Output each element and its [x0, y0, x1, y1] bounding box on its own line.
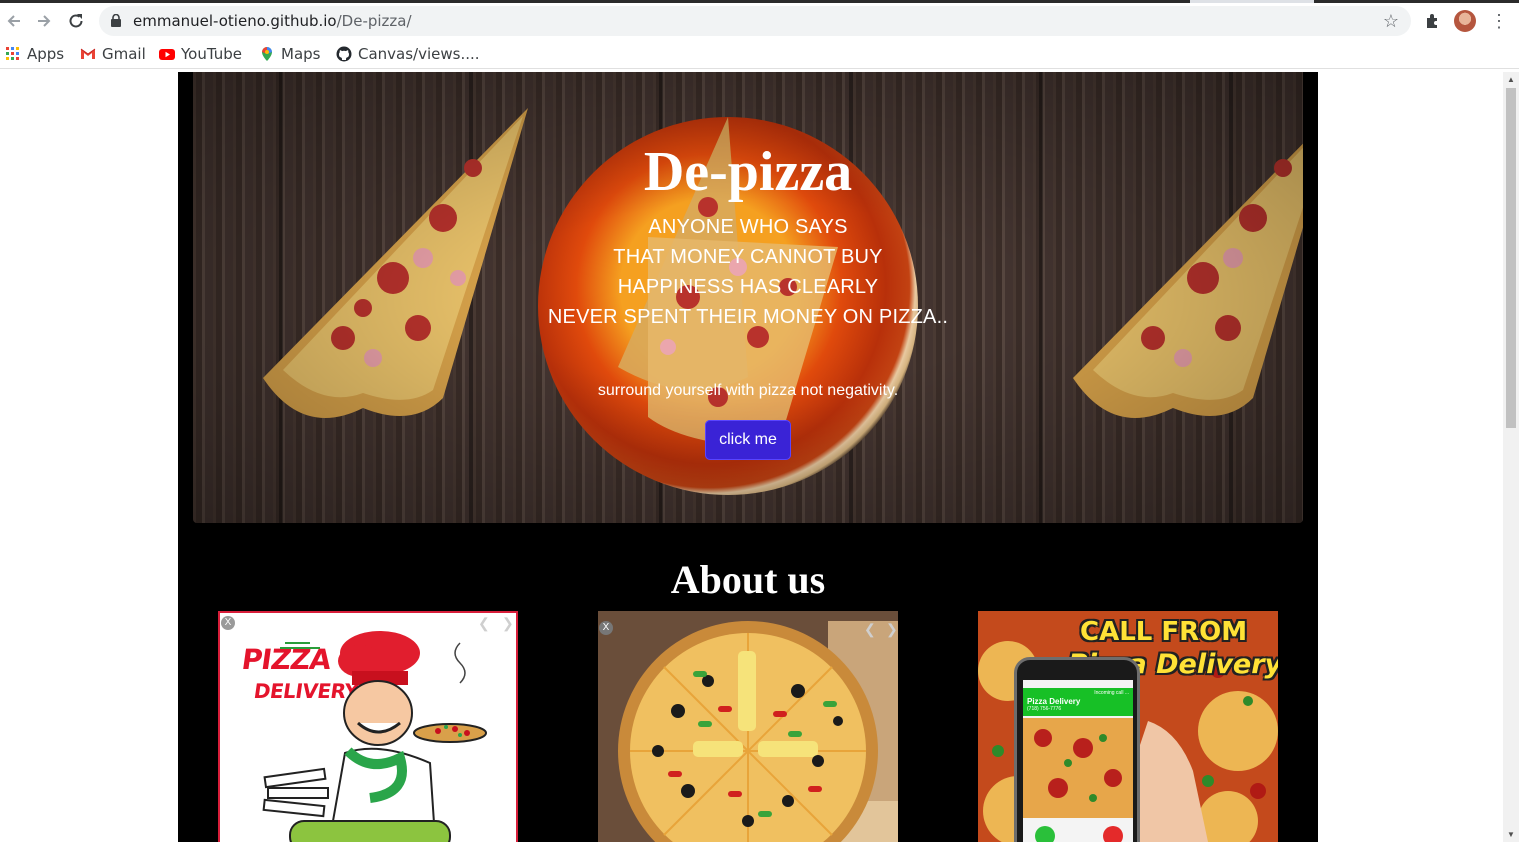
reload-button[interactable]: [63, 8, 89, 34]
scroll-down-arrow-icon[interactable]: ▼: [1506, 830, 1516, 840]
apps-grid-icon: [6, 47, 19, 60]
close-icon[interactable]: X: [599, 621, 613, 635]
bookmarks-bar: Apps Gmail YouTube Maps Canvas/views....: [0, 39, 1519, 69]
bookmark-star-icon[interactable]: ☆: [1381, 11, 1401, 31]
scroll-up-arrow-icon[interactable]: ▲: [1506, 75, 1516, 85]
page-container: De-pizza ANYONE WHO SAYS THAT MONEY CANN…: [178, 72, 1318, 842]
bookmark-label: Gmail: [102, 45, 146, 63]
click-me-button[interactable]: click me: [705, 420, 791, 460]
gmail-icon: [80, 48, 96, 59]
close-icon[interactable]: X: [221, 616, 235, 630]
chef-delivery-illustration: [262, 631, 487, 842]
bookmark-youtube[interactable]: YouTube: [159, 44, 242, 64]
forward-arrow-icon: [38, 15, 51, 27]
url-host: emmanuel-otieno.github.io: [133, 12, 337, 30]
pizza-box-image: [598, 611, 898, 842]
quote-line: ANYONE WHO SAYS: [648, 216, 848, 238]
chevron-left-icon[interactable]: ❮: [864, 621, 876, 638]
bookmark-label: Apps: [27, 45, 65, 63]
phone-illustration: Incoming call ... Pizza Delivery (718) 7…: [1014, 657, 1140, 842]
bookmark-canvas-views[interactable]: Canvas/views....: [336, 44, 480, 64]
url-path: /De-pizza/: [336, 12, 412, 30]
phone-screen: Incoming call ... Pizza Delivery (718) 7…: [1023, 680, 1133, 842]
phone-pizza-image: [1023, 718, 1133, 842]
hero-title: De-pizza: [643, 141, 853, 203]
about-card-pizza-box[interactable]: X ❮ ❯: [598, 611, 898, 842]
youtube-icon: [159, 49, 175, 60]
page-scrollbar[interactable]: ▲ ▼: [1503, 72, 1519, 842]
hero-quote: ANYONE WHO SAYS THAT MONEY CANNOT BUY HA…: [193, 212, 1303, 332]
back-button[interactable]: [1, 8, 27, 34]
lock-icon: [111, 14, 121, 27]
hero-tagline: surround yourself with pizza not negativ…: [597, 382, 899, 399]
quote-line: HAPPINESS HAS CLEARLY: [617, 276, 879, 298]
scroll-thumb[interactable]: [1506, 88, 1516, 428]
back-arrow-icon: [7, 15, 20, 27]
about-card-pizza-delivery[interactable]: X ❮ ❯ PIZZA DELIVERY: [218, 611, 518, 842]
caller-name: Pizza Delivery: [1027, 697, 1081, 706]
chevron-right-icon[interactable]: ❯: [886, 621, 898, 638]
bookmark-apps[interactable]: Apps: [5, 44, 64, 64]
hero-banner: De-pizza ANYONE WHO SAYS THAT MONEY CANN…: [193, 72, 1303, 523]
bookmark-label: YouTube: [181, 45, 242, 63]
card-title-line1: CALL FROM: [1080, 617, 1248, 647]
url-text: emmanuel-otieno.github.io/De-pizza/: [133, 12, 412, 30]
bookmark-maps[interactable]: Maps: [259, 44, 320, 64]
extensions-puzzle-icon[interactable]: [1423, 11, 1443, 31]
bookmark-label: Canvas/views....: [358, 45, 480, 63]
address-bar[interactable]: emmanuel-otieno.github.io/De-pizza/ ☆: [99, 6, 1411, 36]
about-us-heading: About us: [670, 557, 826, 602]
bookmark-label: Maps: [281, 45, 321, 63]
incoming-call-bar: Incoming call ... Pizza Delivery (718) 7…: [1023, 688, 1133, 716]
page-viewport[interactable]: De-pizza ANYONE WHO SAYS THAT MONEY CANN…: [0, 72, 1503, 842]
kebab-menu-icon[interactable]: ⋮: [1490, 11, 1508, 31]
reload-icon: [69, 14, 83, 28]
forward-button[interactable]: [31, 8, 57, 34]
quote-line: NEVER SPENT THEIR MONEY ON PIZZA..: [547, 306, 949, 328]
maps-icon: [262, 47, 272, 61]
bookmark-gmail[interactable]: Gmail: [80, 44, 146, 64]
browser-toolbar: emmanuel-otieno.github.io/De-pizza/ ☆ ⋮: [0, 3, 1519, 39]
profile-avatar[interactable]: [1454, 10, 1476, 32]
about-card-call-delivery[interactable]: CALL FROM Pizza Delivery Incoming call .…: [978, 611, 1278, 842]
call-label: Incoming call ...: [1094, 690, 1129, 696]
quote-line: THAT MONEY CANNOT BUY: [613, 246, 883, 268]
caller-number: (718) 756-7776: [1027, 706, 1062, 712]
github-icon: [336, 46, 352, 62]
